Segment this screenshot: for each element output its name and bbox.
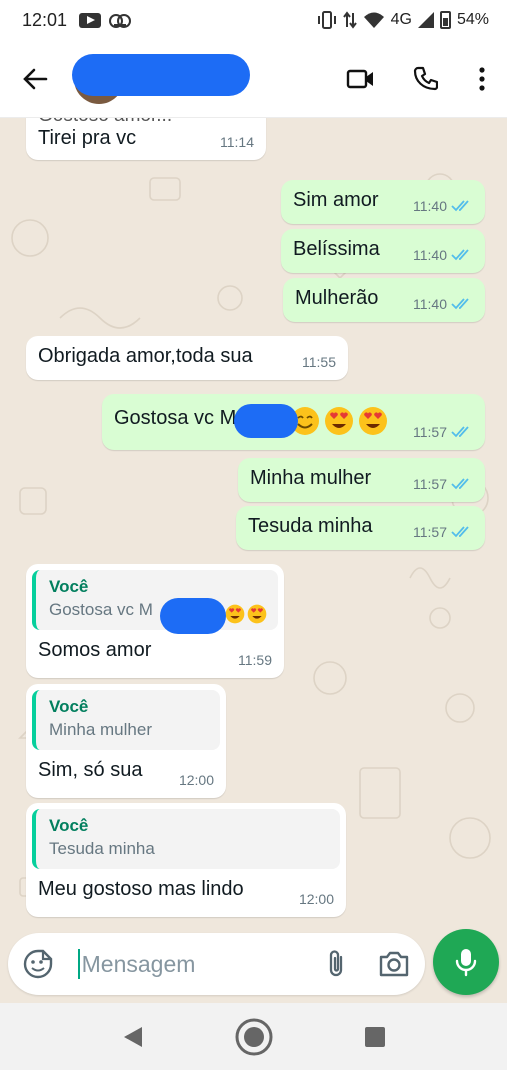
camera-button[interactable] (363, 933, 425, 995)
video-call-icon (346, 69, 373, 88)
message-time: 11:57 (413, 476, 447, 492)
heart-eyes-emoji-icon (325, 407, 353, 435)
message-text: Tesuda minha (248, 515, 373, 537)
battery-percent: 54% (456, 11, 489, 28)
system-navigation-bar (0, 1003, 507, 1070)
message-bubble-incoming-reply[interactable]: Você Tesuda minha Meu gostoso mas lindo … (26, 803, 346, 917)
chat-header (0, 40, 507, 118)
more-options-button[interactable] (457, 40, 507, 118)
chat-area[interactable]: Gostoso amor... Tirei pra vc 11:14 Sim a… (0, 118, 507, 930)
voice-message-button[interactable] (433, 929, 499, 995)
message-bubble-outgoing[interactable]: Tesuda minha 11:57 (236, 506, 485, 550)
message-bubble-outgoing[interactable]: Sim amor 11:40 (281, 180, 485, 224)
sticker-icon (23, 949, 53, 979)
message-bubble-incoming-reply[interactable]: Você Minha mulher Sim, só sua 12:00 (26, 684, 226, 798)
message-text: Minha mulher (250, 467, 372, 489)
message-text: Obrigada amor,toda sua (38, 345, 253, 367)
message-input[interactable] (79, 950, 310, 978)
battery-icon (439, 11, 451, 29)
camera-icon (379, 951, 409, 977)
read-ticks-icon (451, 478, 469, 490)
mic-icon (455, 949, 477, 977)
read-ticks-icon (451, 249, 469, 261)
vibrate-icon (317, 11, 336, 29)
message-text: Belíssima (293, 238, 380, 260)
message-bubble-incoming-reply[interactable]: Você Gostosa vc M Somos amor 11:59 (26, 564, 284, 678)
message-bubble-outgoing[interactable]: Mulherão 11:40 (283, 278, 485, 322)
quote-text: Tesuda minha (49, 839, 155, 858)
back-arrow-icon (23, 68, 48, 89)
nav-back-icon[interactable] (122, 1025, 144, 1049)
read-ticks-icon (451, 200, 469, 212)
heart-eyes-emoji-icon (359, 407, 387, 435)
message-time: 11:55 (302, 354, 336, 370)
nav-recents-icon[interactable] (364, 1026, 386, 1048)
message-time: 11:40 (413, 198, 447, 214)
message-bubble-outgoing[interactable]: Minha mulher 11:57 (238, 458, 485, 502)
quote-text: Minha mulher (49, 720, 152, 739)
message-time: 11:40 (413, 296, 447, 312)
message-text: Gostosa vc M (114, 407, 237, 429)
quote-author: Você (49, 816, 89, 835)
back-button[interactable] (0, 40, 70, 118)
read-ticks-icon (451, 526, 469, 538)
nav-home-icon[interactable] (234, 1017, 274, 1057)
quoted-message[interactable]: Você Tesuda minha (32, 809, 340, 869)
quote-author: Você (49, 697, 89, 716)
voicemail-icon (109, 14, 132, 28)
redaction-scribble (234, 404, 298, 438)
heart-eyes-emoji-icon (225, 604, 245, 624)
network-type: 4G (390, 11, 412, 28)
message-time: 11:40 (413, 247, 447, 263)
video-call-button[interactable] (329, 40, 393, 118)
message-text: Mulherão (295, 287, 379, 309)
attach-button[interactable] (310, 933, 364, 995)
message-time: 11:14 (220, 134, 254, 150)
heart-eyes-emoji-icon (247, 604, 267, 624)
quoted-message[interactable]: Você Minha mulher (32, 690, 220, 750)
message-time: 11:57 (413, 524, 447, 540)
message-text: Meu gostoso mas lindo (38, 878, 244, 900)
message-bubble-incoming[interactable]: Obrigada amor,toda sua 11:55 (26, 336, 348, 380)
message-text: Sim amor (293, 189, 379, 211)
youtube-notification-icon (79, 12, 102, 28)
message-bubble-outgoing[interactable]: Belíssima 11:40 (281, 229, 485, 273)
voice-call-button[interactable] (393, 40, 457, 118)
quote-author: Você (49, 577, 89, 596)
message-time: 11:59 (238, 652, 272, 668)
phone-icon (413, 66, 438, 90)
wifi-icon (363, 12, 384, 28)
status-bar: 12:01 4G 54% (0, 0, 507, 40)
quoted-message[interactable]: Você Gostosa vc M (32, 570, 278, 634)
contact-name-redaction[interactable] (72, 54, 250, 96)
read-ticks-icon (451, 426, 469, 438)
message-bubble-outgoing[interactable]: Gostosa vc M 11:57 (102, 394, 485, 450)
attach-icon (330, 950, 343, 977)
status-time: 12:01 (22, 9, 68, 30)
message-time: 11:57 (413, 424, 447, 440)
sticker-button[interactable] (8, 933, 68, 995)
message-composer (8, 933, 425, 995)
data-transfer-icon (342, 11, 357, 29)
message-bubble-incoming[interactable]: Gostoso amor... Tirei pra vc 11:14 (26, 118, 266, 160)
more-vertical-icon (479, 66, 485, 91)
read-ticks-icon (451, 298, 469, 310)
message-time: 12:00 (178, 772, 214, 788)
message-partial-text: Gostoso amor... (38, 118, 254, 126)
message-time: 12:00 (298, 891, 334, 907)
redaction-scribble (160, 598, 226, 634)
cell-signal-icon (417, 12, 434, 28)
